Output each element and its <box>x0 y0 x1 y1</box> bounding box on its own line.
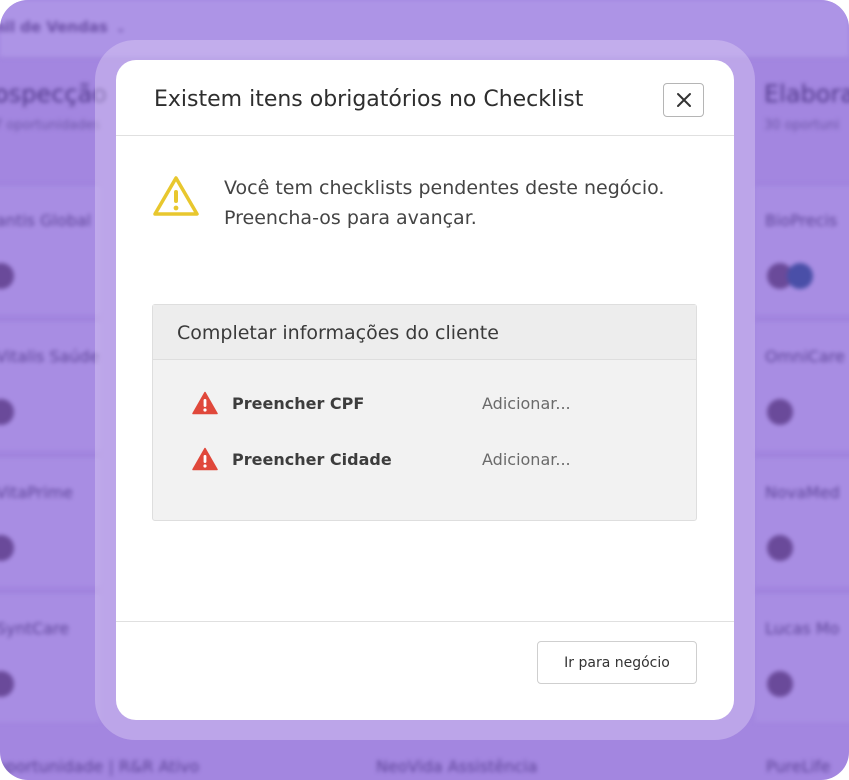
deal-card-name: BioPrecis <box>765 211 838 230</box>
chevron-down-icon: ⌄ <box>115 21 126 35</box>
deal-card: Vitalis Saúde <box>0 320 100 450</box>
avatar <box>0 263 14 289</box>
warning-line: Você tem checklists pendentes deste negó… <box>224 177 665 199</box>
avatar <box>0 535 14 561</box>
kanban-column-left: ospecção 7 oportunidades antis Global Vi… <box>0 58 107 780</box>
deal-card-name: antis Global <box>0 211 92 230</box>
funnel-label: nil de Vendas <box>0 18 108 36</box>
deal-card: OmniCare <box>755 320 849 450</box>
avatar <box>787 263 813 289</box>
checklist-item: Preencher Cidade Adicionar... <box>153 445 696 475</box>
deal-card-name: VitaPrime <box>0 483 73 502</box>
go-to-deal-button[interactable]: Ir para negócio <box>537 641 697 684</box>
close-button[interactable] <box>663 83 704 117</box>
warning-message: Você tem checklists pendentes deste negó… <box>224 173 704 233</box>
warning-line: Preencha-os para avançar. <box>224 207 477 229</box>
deal-card-name: oportunidade | R&R Ativo <box>0 757 200 776</box>
deal-card: BioPrecis <box>755 184 849 314</box>
deal-card-name: Vitalis Saúde <box>0 347 100 366</box>
deal-card-name: PureLife <box>766 757 831 776</box>
deal-card: antis Global <box>0 184 100 314</box>
alert-triangle-icon <box>192 447 218 471</box>
column-title: Elabora <box>764 80 849 108</box>
deal-card-name: OmniCare <box>765 347 845 366</box>
deal-card: VitaPrime <box>0 456 100 586</box>
avatar <box>767 535 793 561</box>
checklist-item: Preencher CPF Adicionar... <box>153 389 696 419</box>
checklist-title: Completar informações do cliente <box>177 322 499 344</box>
kanban-column-right: Elabora 30 oportuni BioPrecis OmniCare N… <box>755 58 849 780</box>
column-subtitle: 7 oportunidades <box>0 118 101 133</box>
checklist-item-label: Preencher CPF <box>232 394 365 413</box>
add-cpf-link[interactable]: Adicionar... <box>482 394 571 413</box>
avatar <box>0 399 14 425</box>
funnel-selector: nil de Vendas ⌄ <box>0 18 126 36</box>
deal-card-name: Lucas Mo <box>765 619 840 638</box>
column-title: ospecção <box>0 80 107 108</box>
checklist-panel: Completar informações do cliente Preench… <box>152 304 697 521</box>
deal-card: SyntCare <box>0 592 100 722</box>
checklist-header: Completar informações do cliente <box>153 305 696 360</box>
avatar <box>767 399 793 425</box>
modal-footer: Ir para negócio <box>116 621 734 720</box>
deal-card: Lucas Mo <box>755 592 849 722</box>
avatar <box>767 671 793 697</box>
warning-triangle-icon <box>153 176 199 216</box>
column-subtitle: 30 oportuni <box>764 118 840 133</box>
modal-header: Existem itens obrigatórios no Checklist <box>116 60 734 136</box>
modal-title: Existem itens obrigatórios no Checklist <box>154 87 584 112</box>
checklist-item-label: Preencher Cidade <box>232 450 392 469</box>
deal-card-name: SyntCare <box>0 619 70 638</box>
deal-card-name: NovaMed <box>765 483 840 502</box>
alert-triangle-icon <box>192 391 218 415</box>
avatar <box>0 671 14 697</box>
checklist-modal: Existem itens obrigatórios no Checklist … <box>116 60 734 720</box>
add-cidade-link[interactable]: Adicionar... <box>482 450 571 469</box>
deal-card: NovaMed <box>755 456 849 586</box>
close-icon <box>676 93 691 107</box>
deal-card-name: NeoVida Assistência <box>376 757 538 776</box>
